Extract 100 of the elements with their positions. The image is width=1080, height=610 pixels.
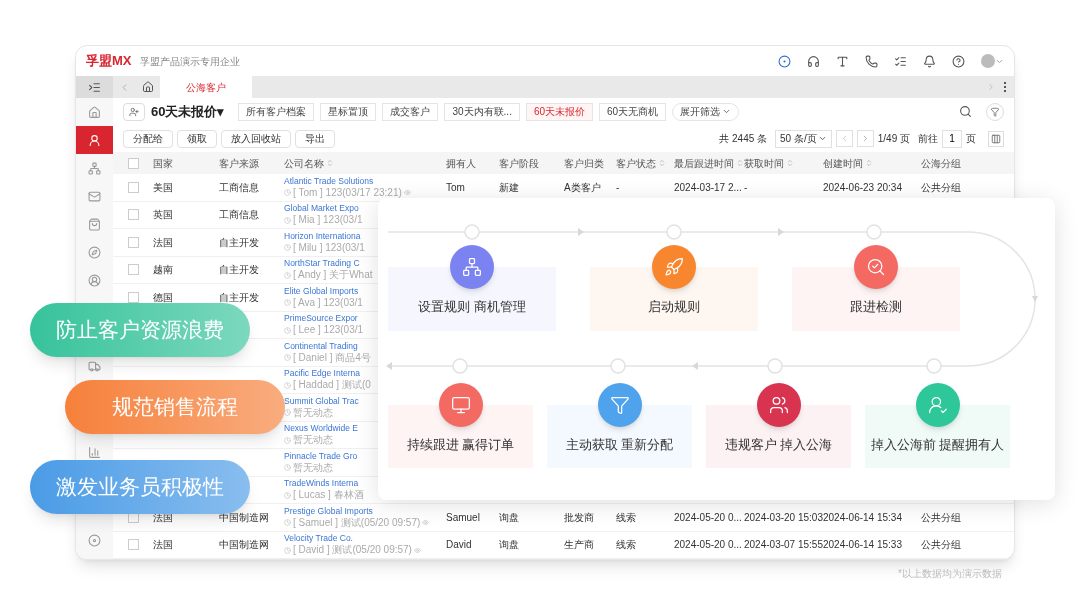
checkbox[interactable] (127, 236, 139, 248)
avatar-menu[interactable] (981, 54, 1004, 68)
company-link[interactable]: Elite Global Imports (284, 285, 359, 297)
filter-chip[interactable]: 星标置顶 (320, 102, 377, 121)
sort-icon[interactable] (786, 159, 794, 167)
sidebar-item[interactable] (86, 160, 103, 176)
columns-icon[interactable] (988, 130, 1004, 147)
note-icon (284, 519, 291, 527)
filter-chip[interactable]: 所有客户档案 (238, 102, 315, 121)
help-icon[interactable] (952, 54, 965, 68)
table-cell-text: 自主开发 (219, 263, 259, 278)
checkbox[interactable] (127, 209, 139, 221)
action-button[interactable]: 导出 (295, 129, 335, 148)
checkbox[interactable] (127, 539, 139, 551)
column-header: 客户归类 (564, 156, 604, 171)
table-cell-text: - (744, 180, 748, 195)
step-label: 设置规则 商机管理 (418, 298, 526, 316)
step-label: 跟进检测 (850, 298, 902, 316)
phone-icon[interactable] (865, 54, 878, 68)
text-icon[interactable] (836, 54, 849, 68)
eye-icon[interactable] (413, 546, 421, 554)
action-button[interactable]: 领取 (177, 129, 217, 148)
column-header: 国家 (153, 156, 173, 171)
follow-note: [ Mia ] 123(03/1 (293, 214, 363, 227)
view-title[interactable]: 60天未报价▾ (151, 101, 225, 122)
checkbox[interactable] (127, 181, 139, 193)
sidebar-item[interactable] (86, 104, 103, 120)
forward-icon[interactable] (986, 82, 996, 92)
company-link[interactable]: TradeWinds Interna (284, 478, 359, 490)
company-link[interactable]: Atlantic Trade Solutions (284, 175, 374, 187)
sidebar-item[interactable] (86, 216, 103, 232)
sort-icon[interactable] (658, 159, 666, 167)
sidebar-item[interactable] (86, 532, 103, 548)
company-link[interactable]: Nexus Worldwide E (284, 423, 358, 435)
company-link[interactable]: Continental Trading (284, 340, 358, 352)
next-page-button[interactable] (856, 130, 874, 147)
table-cell-text: 越南 (153, 263, 173, 278)
search-icon[interactable] (959, 105, 972, 118)
user-circle-icon (88, 273, 101, 287)
filter-chip[interactable]: 60天无商机 (599, 102, 667, 121)
table-cell-text: 公共分组 (921, 180, 961, 195)
company-link[interactable]: NorthStar Trading C (284, 258, 360, 270)
table-cell-text: 美国 (153, 180, 173, 195)
eye-icon[interactable] (403, 189, 411, 197)
step-label: 违规客户 掉入公海 (724, 435, 833, 454)
action-button[interactable]: 放入回收站 (221, 129, 291, 148)
eye-icon[interactable] (422, 519, 430, 527)
filter-chip[interactable]: 30天内有联... (444, 102, 520, 121)
company-link[interactable]: PrimeSource Expor (284, 313, 358, 325)
column-header: 创建时间 (823, 156, 863, 171)
sort-icon[interactable] (865, 159, 873, 167)
follow-note: [ Milu ] 123(03/1 (293, 241, 365, 254)
sort-icon[interactable] (326, 159, 334, 167)
table-cell-text: 中国制造网 (219, 510, 269, 525)
user-switch-icon[interactable] (123, 102, 145, 121)
tab[interactable]: 公海客户 (160, 76, 252, 98)
toggle-icon[interactable] (778, 54, 791, 68)
table-cell-text: A类客户 (564, 180, 601, 195)
goto-label: 前往 (918, 132, 938, 146)
home-icon (88, 105, 101, 119)
headset-icon[interactable] (807, 54, 820, 68)
company-link[interactable]: Summit Global Trac (284, 395, 359, 407)
company-link[interactable]: Global Market Expo (284, 203, 359, 215)
menu-icon[interactable] (88, 80, 101, 94)
bell-icon[interactable] (923, 54, 936, 68)
company-link[interactable]: Velocity Trade Co. (284, 533, 353, 545)
page-size-select[interactable]: 50 条/页 (775, 129, 832, 148)
note-icon (284, 381, 291, 389)
sidebar-item[interactable] (86, 244, 103, 260)
highlight-text: 规范销售流程 (112, 394, 238, 421)
checkbox[interactable] (127, 291, 139, 303)
company-link[interactable]: Pinnacle Trade Gro (284, 450, 358, 462)
company-link[interactable]: Horizon Internationa (284, 230, 361, 242)
table-cell-text: 德国 (153, 290, 173, 305)
company-link[interactable]: Pacific Edge Interna (284, 368, 361, 380)
home-icon[interactable] (142, 81, 154, 93)
table-cell-text: 2024-03-20 15:03 (744, 510, 823, 525)
filter-chip[interactable]: 成交客户 (382, 102, 439, 121)
table-cell-text: 生产商 (564, 538, 594, 553)
funnel-icon (609, 394, 630, 415)
prev-page-button[interactable] (835, 130, 853, 147)
company-link[interactable]: Prestige Global Imports (284, 505, 373, 517)
list-icon[interactable] (894, 54, 907, 68)
rocket-icon (664, 257, 684, 277)
sidebar-item[interactable] (86, 444, 103, 460)
column-header: 客户阶段 (499, 156, 539, 171)
sidebar-item[interactable] (86, 272, 103, 288)
note-icon (284, 354, 291, 362)
app-logo: 孚盟MX (86, 52, 132, 71)
caret-icon (817, 134, 827, 143)
table-cell-text: 2024-06-23 20:34 (823, 180, 902, 195)
filter-chip[interactable]: 60天未报价 (525, 102, 594, 121)
page-input[interactable]: 1 (942, 129, 962, 148)
table-cell-text: Tom (446, 180, 465, 195)
action-button[interactable]: 分配给 (123, 129, 173, 148)
sort-icon[interactable] (736, 159, 744, 167)
table-cell-text: 中国制造网 (219, 538, 269, 553)
checkbox[interactable] (127, 264, 139, 276)
checkbox[interactable] (127, 157, 139, 169)
sidebar-item[interactable] (76, 126, 113, 154)
